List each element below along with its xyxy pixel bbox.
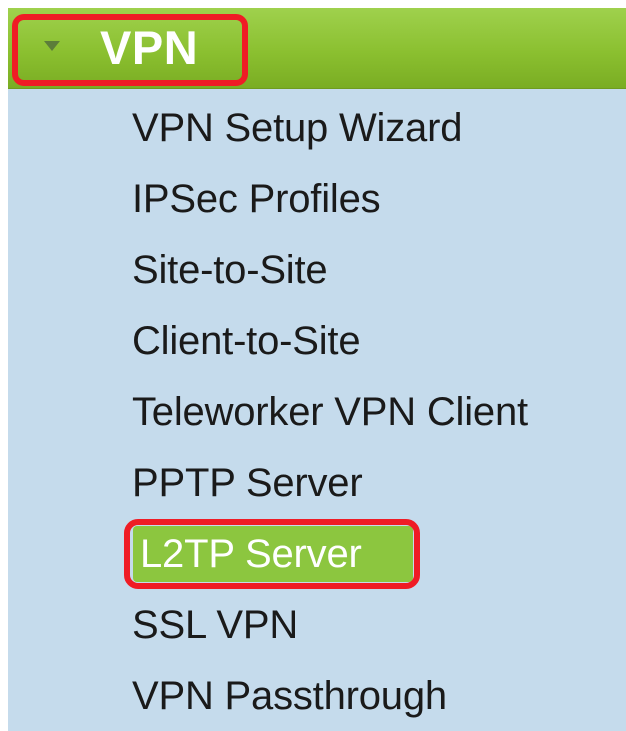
l2tp-highlight-box <box>124 519 420 589</box>
navigation-panel: VPN VPN Setup Wizard IPSec Profiles Site… <box>8 8 626 731</box>
menu-item-site-to-site[interactable]: Site-to-Site <box>132 238 328 302</box>
menu-item-ssl-vpn[interactable]: SSL VPN <box>132 593 298 657</box>
menu-item-client-to-site[interactable]: Client-to-Site <box>132 309 361 373</box>
menu-item-pptp-server[interactable]: PPTP Server <box>132 451 363 515</box>
menu-item-vpn-passthrough[interactable]: VPN Passthrough <box>132 664 447 728</box>
menu-item-ipsec-profiles[interactable]: IPSec Profiles <box>132 167 381 231</box>
vpn-section-header[interactable]: VPN <box>8 8 626 89</box>
menu-item-teleworker-vpn-client[interactable]: Teleworker VPN Client <box>132 380 528 444</box>
menu-item-vpn-setup-wizard[interactable]: VPN Setup Wizard <box>132 96 462 160</box>
vpn-header-highlight-box <box>12 14 248 86</box>
